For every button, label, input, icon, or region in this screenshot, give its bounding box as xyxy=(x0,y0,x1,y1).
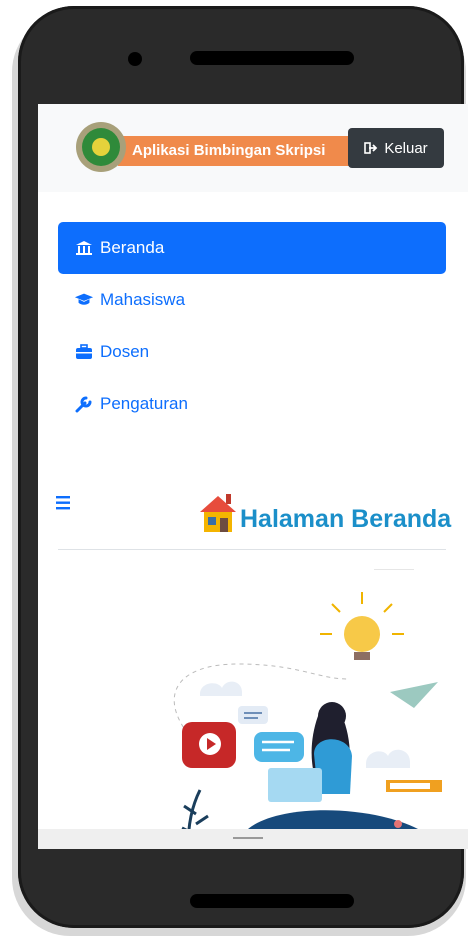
house-icon xyxy=(200,494,236,532)
home-illustration xyxy=(173,592,442,849)
sidebar-item-pengaturan[interactable]: Pengaturan xyxy=(58,378,446,430)
briefcase-icon xyxy=(74,343,94,361)
drag-handle[interactable] xyxy=(233,837,263,839)
sidebar-item-label: Beranda xyxy=(100,238,165,257)
phone-screen: Aplikasi Bimbingan Skripsi Keluar Berand… xyxy=(38,104,468,849)
sidebar-item-label: Mahasiswa xyxy=(100,290,186,309)
sidebar-item-label: Dosen xyxy=(100,342,150,361)
sign-out-icon xyxy=(364,142,378,154)
hamburger-menu-icon[interactable] xyxy=(56,496,72,510)
bank-icon xyxy=(74,239,94,257)
sidebar-nav: Beranda Mahasiswa Dosen Pengaturan xyxy=(58,222,446,430)
bottom-scroll-strip xyxy=(38,829,468,849)
sidebar-item-dosen[interactable]: Dosen xyxy=(58,326,446,378)
app-title: Aplikasi Bimbingan Skripsi xyxy=(118,136,372,166)
page-header: Halaman Beranda xyxy=(198,484,451,534)
speaker-grille xyxy=(190,51,354,65)
logout-button[interactable]: Keluar xyxy=(348,128,444,168)
home-bar xyxy=(190,894,354,908)
top-navbar: Aplikasi Bimbingan Skripsi Keluar xyxy=(38,104,468,192)
university-logo-icon xyxy=(76,122,126,172)
logout-label: Keluar xyxy=(384,139,428,157)
graduation-cap-icon xyxy=(74,291,94,309)
page-title: Halaman Beranda xyxy=(240,505,452,533)
wrench-icon xyxy=(74,395,94,413)
sidebar-item-label: Pengaturan xyxy=(100,394,188,413)
camera-icon xyxy=(128,52,142,66)
divider-short xyxy=(374,569,414,570)
sidebar-item-mahasiswa[interactable]: Mahasiswa xyxy=(58,274,446,326)
sidebar-item-beranda[interactable]: Beranda xyxy=(58,222,446,274)
divider xyxy=(58,549,446,550)
